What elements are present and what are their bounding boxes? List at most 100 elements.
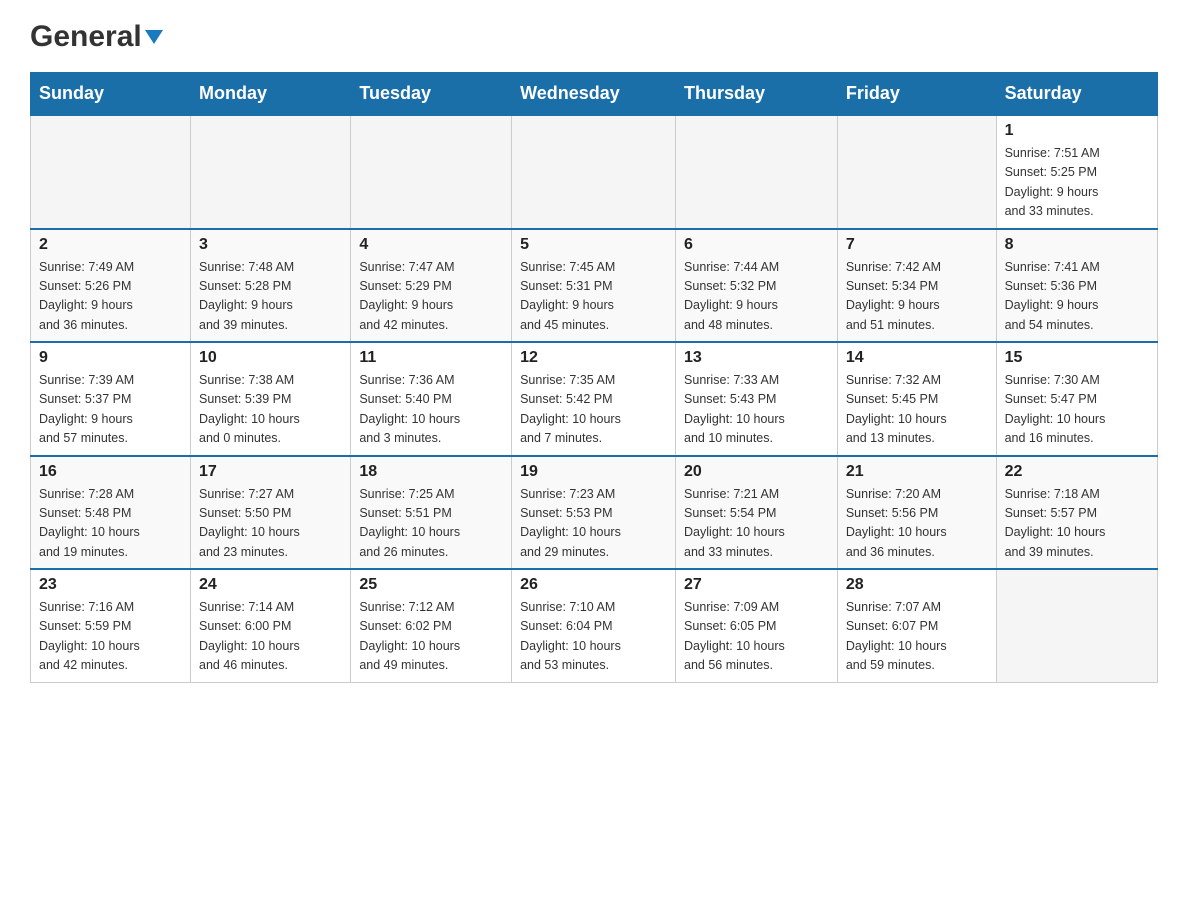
day-number: 26: [520, 576, 667, 594]
table-row: 2 Sunrise: 7:49 AMSunset: 5:26 PMDaylight…: [31, 229, 191, 343]
table-row: 17 Sunrise: 7:27 AMSunset: 5:50 PMDayligh…: [191, 456, 351, 570]
table-row: 7 Sunrise: 7:42 AMSunset: 5:34 PMDaylight…: [837, 229, 996, 343]
calendar-header-row: Sunday Monday Tuesday Wednesday Thursday…: [31, 73, 1158, 116]
day-info: Sunrise: 7:41 AMSunset: 5:36 PMDaylight:…: [1005, 258, 1149, 336]
page-header: General: [30, 20, 1158, 54]
day-number: 28: [846, 576, 988, 594]
col-wednesday: Wednesday: [512, 73, 676, 116]
day-info: Sunrise: 7:16 AMSunset: 5:59 PMDaylight:…: [39, 598, 182, 676]
day-info: Sunrise: 7:07 AMSunset: 6:07 PMDaylight:…: [846, 598, 988, 676]
day-info: Sunrise: 7:25 AMSunset: 5:51 PMDaylight:…: [359, 485, 503, 563]
day-number: 21: [846, 463, 988, 481]
day-info: Sunrise: 7:27 AMSunset: 5:50 PMDaylight:…: [199, 485, 342, 563]
table-row: 13 Sunrise: 7:33 AMSunset: 5:43 PMDayligh…: [676, 342, 838, 456]
table-row: 24 Sunrise: 7:14 AMSunset: 6:00 PMDayligh…: [191, 569, 351, 682]
day-number: 6: [684, 236, 829, 254]
day-info: Sunrise: 7:48 AMSunset: 5:28 PMDaylight:…: [199, 258, 342, 336]
col-saturday: Saturday: [996, 73, 1157, 116]
table-row: 28 Sunrise: 7:07 AMSunset: 6:07 PMDayligh…: [837, 569, 996, 682]
table-row: 4 Sunrise: 7:47 AMSunset: 5:29 PMDaylight…: [351, 229, 512, 343]
day-info: Sunrise: 7:09 AMSunset: 6:05 PMDaylight:…: [684, 598, 829, 676]
table-row: [191, 115, 351, 229]
table-row: 15 Sunrise: 7:30 AMSunset: 5:47 PMDayligh…: [996, 342, 1157, 456]
logo: General: [30, 20, 163, 54]
day-number: 3: [199, 236, 342, 254]
day-number: 20: [684, 463, 829, 481]
day-number: 16: [39, 463, 182, 481]
table-row: 26 Sunrise: 7:10 AMSunset: 6:04 PMDayligh…: [512, 569, 676, 682]
day-info: Sunrise: 7:39 AMSunset: 5:37 PMDaylight:…: [39, 371, 182, 449]
day-number: 17: [199, 463, 342, 481]
day-info: Sunrise: 7:12 AMSunset: 6:02 PMDaylight:…: [359, 598, 503, 676]
day-number: 1: [1005, 122, 1149, 140]
table-row: [351, 115, 512, 229]
day-number: 15: [1005, 349, 1149, 367]
day-info: Sunrise: 7:10 AMSunset: 6:04 PMDaylight:…: [520, 598, 667, 676]
table-row: 8 Sunrise: 7:41 AMSunset: 5:36 PMDaylight…: [996, 229, 1157, 343]
day-info: Sunrise: 7:30 AMSunset: 5:47 PMDaylight:…: [1005, 371, 1149, 449]
table-row: [996, 569, 1157, 682]
table-row: 12Sunrise: 7:35 AMSunset: 5:42 PMDayligh…: [512, 342, 676, 456]
table-row: [512, 115, 676, 229]
calendar-week-row: 9 Sunrise: 7:39 AMSunset: 5:37 PMDaylight…: [31, 342, 1158, 456]
day-info: Sunrise: 7:47 AMSunset: 5:29 PMDaylight:…: [359, 258, 503, 336]
table-row: 5 Sunrise: 7:45 AMSunset: 5:31 PMDaylight…: [512, 229, 676, 343]
day-info: Sunrise: 7:32 AMSunset: 5:45 PMDaylight:…: [846, 371, 988, 449]
col-sunday: Sunday: [31, 73, 191, 116]
day-number: 2: [39, 236, 182, 254]
logo-arrow-icon: [145, 26, 163, 49]
day-info: Sunrise: 7:33 AMSunset: 5:43 PMDaylight:…: [684, 371, 829, 449]
table-row: 20 Sunrise: 7:21 AMSunset: 5:54 PMDayligh…: [676, 456, 838, 570]
table-row: 6 Sunrise: 7:44 AMSunset: 5:32 PMDaylight…: [676, 229, 838, 343]
table-row: 16Sunrise: 7:28 AMSunset: 5:48 PMDayligh…: [31, 456, 191, 570]
day-info: Sunrise: 7:36 AMSunset: 5:40 PMDaylight:…: [359, 371, 503, 449]
table-row: [31, 115, 191, 229]
col-friday: Friday: [837, 73, 996, 116]
table-row: 27 Sunrise: 7:09 AMSunset: 6:05 PMDayligh…: [676, 569, 838, 682]
day-number: 4: [359, 236, 503, 254]
calendar-week-row: 16Sunrise: 7:28 AMSunset: 5:48 PMDayligh…: [31, 456, 1158, 570]
day-number: 10: [199, 349, 342, 367]
table-row: 14Sunrise: 7:32 AMSunset: 5:45 PMDayligh…: [837, 342, 996, 456]
day-number: 5: [520, 236, 667, 254]
table-row: 25 Sunrise: 7:12 AMSunset: 6:02 PMDayligh…: [351, 569, 512, 682]
table-row: 11 Sunrise: 7:36 AMSunset: 5:40 PMDayligh…: [351, 342, 512, 456]
day-number: 12: [520, 349, 667, 367]
day-number: 8: [1005, 236, 1149, 254]
logo-general-text: General: [30, 20, 142, 54]
day-info: Sunrise: 7:14 AMSunset: 6:00 PMDaylight:…: [199, 598, 342, 676]
day-number: 25: [359, 576, 503, 594]
day-info: Sunrise: 7:45 AMSunset: 5:31 PMDaylight:…: [520, 258, 667, 336]
day-number: 7: [846, 236, 988, 254]
table-row: 23Sunrise: 7:16 AMSunset: 5:59 PMDayligh…: [31, 569, 191, 682]
table-row: 3 Sunrise: 7:48 AMSunset: 5:28 PMDaylight…: [191, 229, 351, 343]
day-info: Sunrise: 7:49 AMSunset: 5:26 PMDaylight:…: [39, 258, 182, 336]
table-row: [676, 115, 838, 229]
day-number: 13: [684, 349, 829, 367]
day-number: 22: [1005, 463, 1149, 481]
day-number: 27: [684, 576, 829, 594]
day-info: Sunrise: 7:44 AMSunset: 5:32 PMDaylight:…: [684, 258, 829, 336]
col-tuesday: Tuesday: [351, 73, 512, 116]
table-row: 9 Sunrise: 7:39 AMSunset: 5:37 PMDaylight…: [31, 342, 191, 456]
table-row: 1 Sunrise: 7:51 AMSunset: 5:25 PMDaylight…: [996, 115, 1157, 229]
day-info: Sunrise: 7:21 AMSunset: 5:54 PMDaylight:…: [684, 485, 829, 563]
day-info: Sunrise: 7:42 AMSunset: 5:34 PMDaylight:…: [846, 258, 988, 336]
table-row: 22 Sunrise: 7:18 AMSunset: 5:57 PMDayligh…: [996, 456, 1157, 570]
day-info: Sunrise: 7:20 AMSunset: 5:56 PMDaylight:…: [846, 485, 988, 563]
day-info: Sunrise: 7:18 AMSunset: 5:57 PMDaylight:…: [1005, 485, 1149, 563]
calendar-week-row: 2 Sunrise: 7:49 AMSunset: 5:26 PMDaylight…: [31, 229, 1158, 343]
day-info: Sunrise: 7:38 AMSunset: 5:39 PMDaylight:…: [199, 371, 342, 449]
table-row: 10 Sunrise: 7:38 AMSunset: 5:39 PMDayligh…: [191, 342, 351, 456]
col-thursday: Thursday: [676, 73, 838, 116]
table-row: 18 Sunrise: 7:25 AMSunset: 5:51 PMDayligh…: [351, 456, 512, 570]
calendar-week-row: 1 Sunrise: 7:51 AMSunset: 5:25 PMDaylight…: [31, 115, 1158, 229]
day-number: 9: [39, 349, 182, 367]
table-row: 19Sunrise: 7:23 AMSunset: 5:53 PMDayligh…: [512, 456, 676, 570]
day-number: 18: [359, 463, 503, 481]
calendar-table: Sunday Monday Tuesday Wednesday Thursday…: [30, 72, 1158, 683]
day-info: Sunrise: 7:51 AMSunset: 5:25 PMDaylight:…: [1005, 144, 1149, 222]
table-row: 21 Sunrise: 7:20 AMSunset: 5:56 PMDayligh…: [837, 456, 996, 570]
day-number: 11: [359, 349, 503, 367]
day-number: 24: [199, 576, 342, 594]
